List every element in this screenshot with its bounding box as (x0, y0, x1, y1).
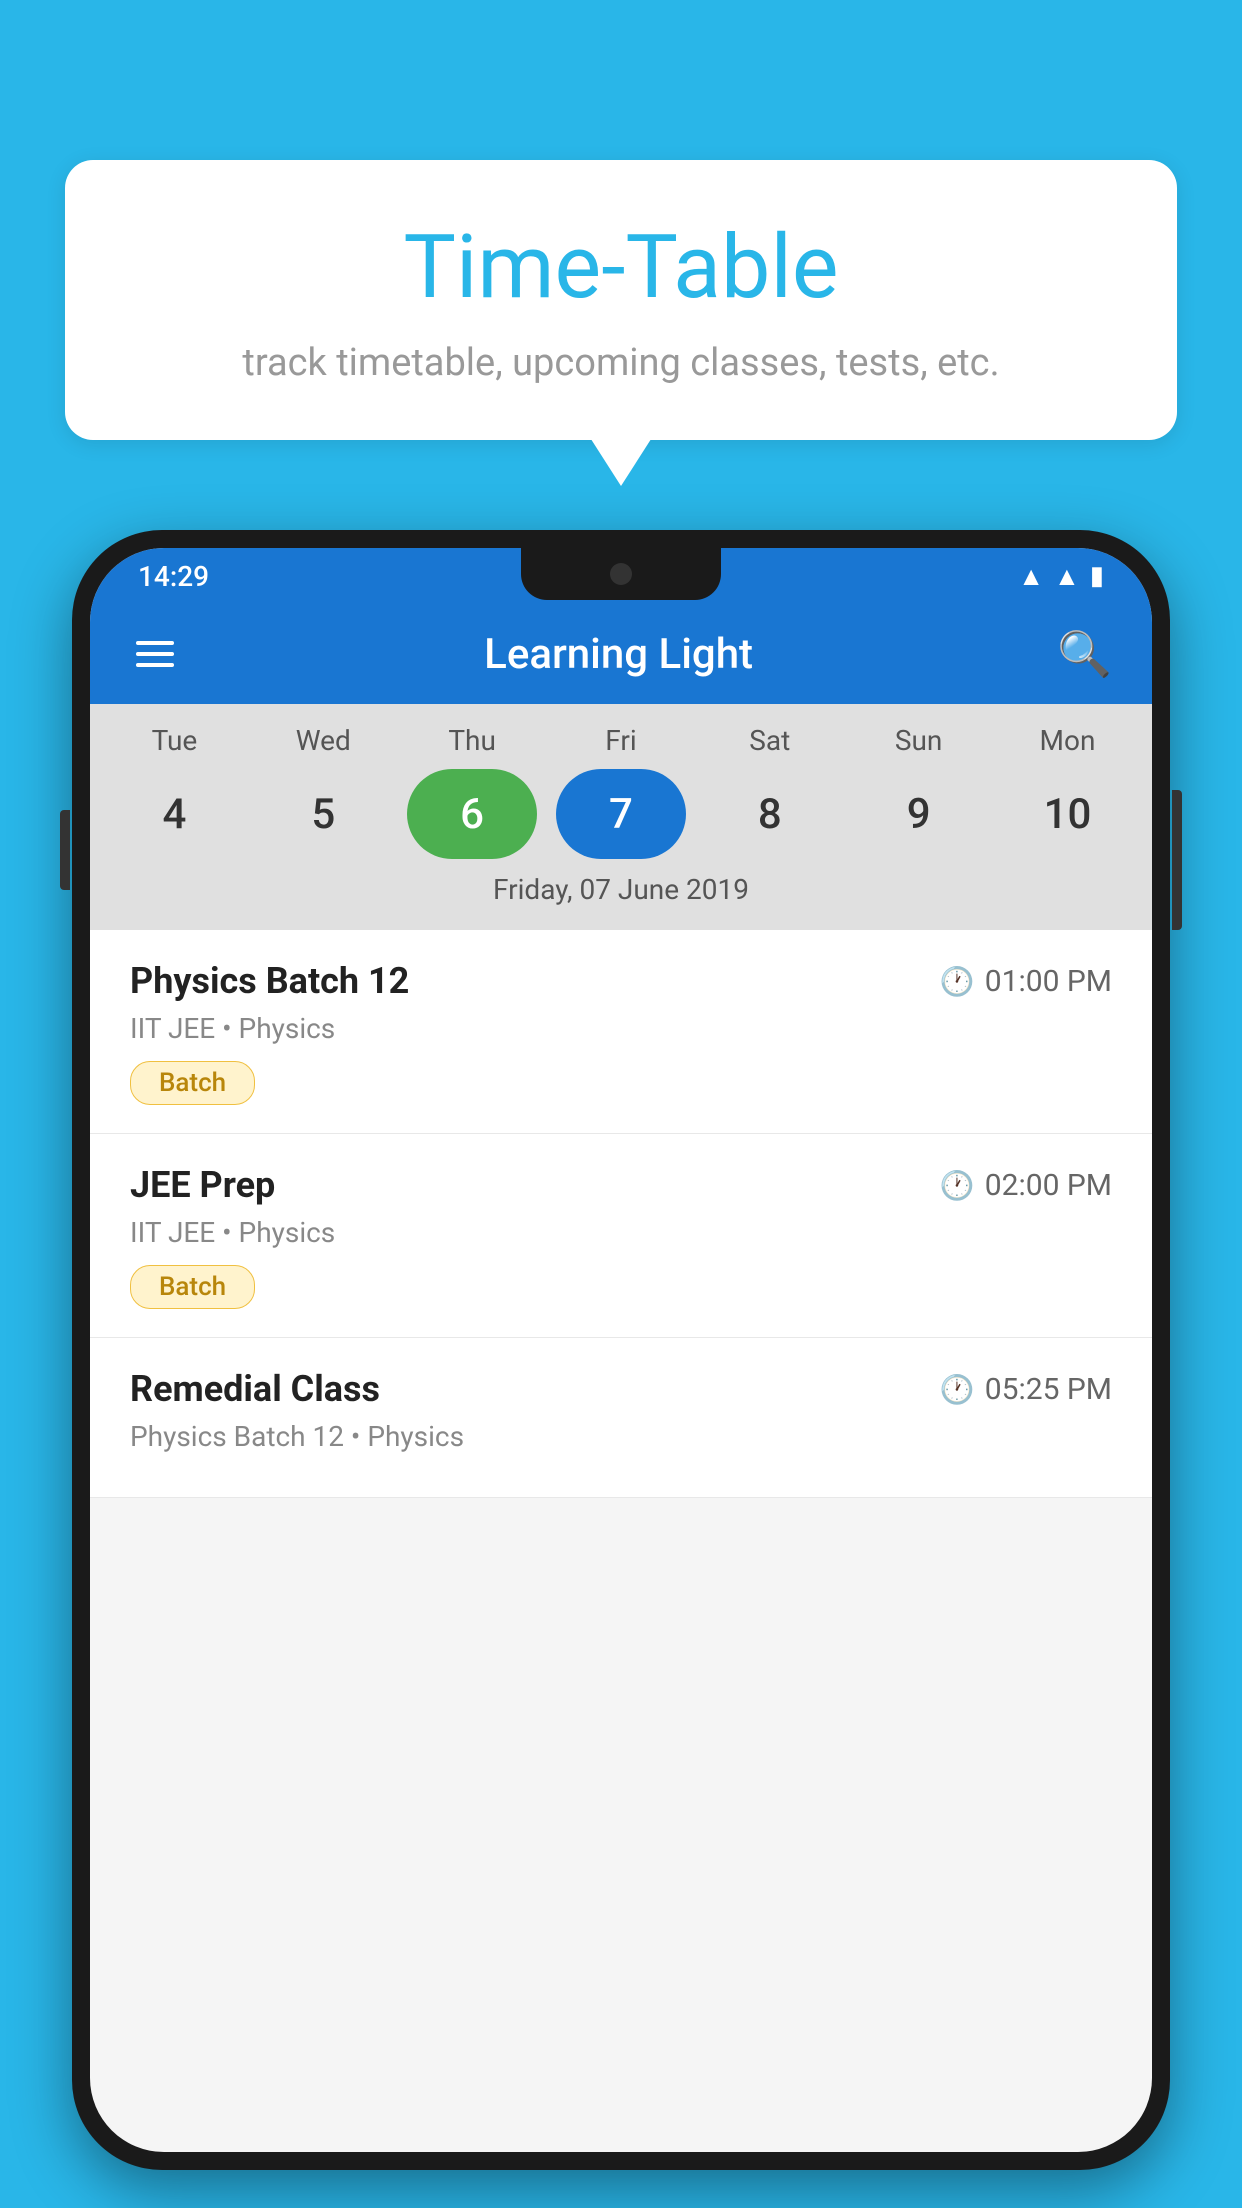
schedule-item-2-time: 🕐 02:00 PM (940, 1168, 1112, 1203)
day-label-fri: Fri (556, 724, 686, 757)
schedule-item-2-time-value: 02:00 PM (985, 1168, 1112, 1203)
phone-frame: 14:29 ▲ ▲ ▮ Learning Light 🔍 (72, 530, 1170, 2170)
app-feature-subtitle: track timetable, upcoming classes, tests… (115, 341, 1127, 385)
wifi-icon: ▲ (1018, 561, 1044, 592)
schedule-item-1-header: Physics Batch 12 🕐 01:00 PM (130, 960, 1112, 1002)
schedule-list: Physics Batch 12 🕐 01:00 PM IIT JEE • Ph… (90, 930, 1152, 1498)
clock-icon-1: 🕐 (940, 965, 975, 998)
schedule-item-2-title: JEE Prep (130, 1164, 275, 1206)
schedule-item-2-tag: Batch (130, 1265, 255, 1309)
day-label-sat: Sat (705, 724, 835, 757)
phone-screen: 14:29 ▲ ▲ ▮ Learning Light 🔍 (90, 548, 1152, 2152)
schedule-item-3-time: 🕐 05:25 PM (940, 1372, 1112, 1407)
selected-date: Friday, 07 June 2019 (100, 873, 1142, 920)
schedule-item-1[interactable]: Physics Batch 12 🕐 01:00 PM IIT JEE • Ph… (90, 930, 1152, 1134)
day-label-wed: Wed (258, 724, 388, 757)
day-label-thu: Thu (407, 724, 537, 757)
day-label-sun: Sun (854, 724, 984, 757)
clock-icon-3: 🕐 (940, 1373, 975, 1406)
day-6-today[interactable]: 6 (407, 769, 537, 859)
day-4[interactable]: 4 (109, 769, 239, 859)
day-8[interactable]: 8 (705, 769, 835, 859)
volume-button (60, 810, 70, 890)
schedule-item-1-subtitle: IIT JEE • Physics (130, 1012, 1112, 1045)
schedule-item-2-header: JEE Prep 🕐 02:00 PM (130, 1164, 1112, 1206)
schedule-item-1-tag: Batch (130, 1061, 255, 1105)
schedule-item-1-time: 🕐 01:00 PM (940, 964, 1112, 999)
status-time: 14:29 (138, 560, 209, 593)
day-7-selected[interactable]: 7 (556, 769, 686, 859)
schedule-item-3[interactable]: Remedial Class 🕐 05:25 PM Physics Batch … (90, 1338, 1152, 1498)
clock-icon-2: 🕐 (940, 1169, 975, 1202)
search-icon[interactable]: 🔍 (1057, 628, 1112, 680)
day-5[interactable]: 5 (258, 769, 388, 859)
schedule-item-3-header: Remedial Class 🕐 05:25 PM (130, 1368, 1112, 1410)
day-9[interactable]: 9 (854, 769, 984, 859)
schedule-item-3-title: Remedial Class (130, 1368, 380, 1410)
day-numbers: 4 5 6 7 8 9 10 (100, 769, 1142, 859)
schedule-item-2-subtitle: IIT JEE • Physics (130, 1216, 1112, 1249)
day-label-tue: Tue (109, 724, 239, 757)
phone-notch (521, 548, 721, 600)
day-10[interactable]: 10 (1002, 769, 1132, 859)
phone-container: 14:29 ▲ ▲ ▮ Learning Light 🔍 (72, 530, 1170, 2208)
signal-icon: ▲ (1054, 561, 1080, 592)
schedule-item-3-subtitle: Physics Batch 12 • Physics (130, 1420, 1112, 1453)
app-feature-title: Time-Table (115, 220, 1127, 317)
app-bar: Learning Light 🔍 (90, 604, 1152, 704)
power-button (1172, 790, 1182, 930)
day-headers: Tue Wed Thu Fri Sat Sun Mon (100, 724, 1142, 757)
app-title: Learning Light (210, 630, 1027, 679)
status-icons: ▲ ▲ ▮ (1018, 561, 1104, 592)
menu-icon[interactable] (130, 635, 180, 673)
schedule-item-3-time-value: 05:25 PM (985, 1372, 1112, 1407)
calendar-strip: Tue Wed Thu Fri Sat Sun Mon 4 5 6 7 8 9 … (90, 704, 1152, 930)
schedule-item-2[interactable]: JEE Prep 🕐 02:00 PM IIT JEE • Physics Ba… (90, 1134, 1152, 1338)
battery-icon: ▮ (1090, 561, 1104, 591)
day-label-mon: Mon (1002, 724, 1132, 757)
schedule-item-1-time-value: 01:00 PM (985, 964, 1112, 999)
camera-dot (610, 563, 632, 585)
schedule-item-1-title: Physics Batch 12 (130, 960, 409, 1002)
speech-bubble: Time-Table track timetable, upcoming cla… (65, 160, 1177, 440)
